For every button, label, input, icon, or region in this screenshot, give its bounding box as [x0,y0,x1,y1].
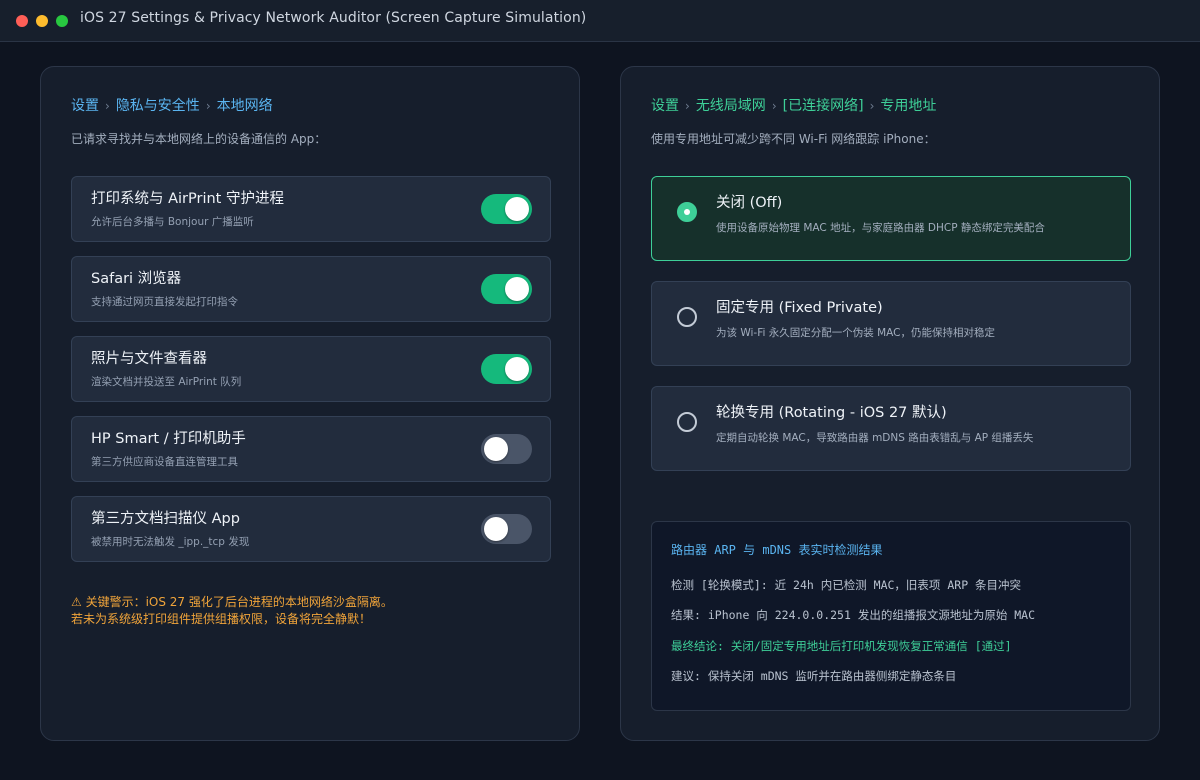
app-name: 照片与文件查看器 [91,351,207,367]
warning-line: 若未为系统级打印组件提供组播权限，设备将完全静默！ [71,612,372,626]
app-name: Safari 浏览器 [91,271,182,287]
app-row-airprint: 打印系统与 AirPrint 守护进程 允许后台多播与 Bonjour 广播监听 [71,176,551,242]
toggle-knob [484,437,508,461]
breadcrumb-item-wlan[interactable]: 无线局域网 [696,98,766,114]
toggle-knob [484,517,508,541]
window-title: iOS 27 Settings & Privacy Network Audito… [80,10,587,26]
breadcrumb-item-network[interactable]: [已连接网络] [783,98,864,114]
app-row-scanner: 第三方文档扫描仪 App 被禁用时无法触发 _ipp._tcp 发现 [71,496,551,562]
breadcrumb: 设置 › 无线局域网 › [已连接网络] › 专用地址 [651,95,936,115]
app-row-photos-files: 照片与文件查看器 渲染文档并投送至 AirPrint 队列 [71,336,551,402]
local-network-toggle[interactable] [481,514,532,544]
option-title: 固定专用 (Fixed Private) [716,300,883,316]
app-name: 打印系统与 AirPrint 守护进程 [91,191,284,207]
app-name: HP Smart / 打印机助手 [91,431,246,447]
radio-unselected-icon [677,307,697,327]
option-fixed-private[interactable]: 固定专用 (Fixed Private) 为该 Wi-Fi 永久固定分配一个伪装… [651,281,1131,366]
close-window-button[interactable] [16,15,28,27]
log-title: 路由器 ARP 与 mDNS 表实时检测结果 [671,543,883,557]
log-line-conclusion: 最终结论: 关闭/固定专用地址后打印机发现恢复正常通信 [通过] [671,639,1012,653]
option-description: 定期自动轮换 MAC，导致路由器 mDNS 路由表错乱与 AP 组播丢失 [716,432,1034,444]
zoom-window-button[interactable] [56,15,68,27]
log-line: 结果: iPhone 向 224.0.0.251 发出的组播报文源地址为原始 M… [671,608,1036,622]
chevron-right-icon: › [771,99,777,113]
option-rotating[interactable]: 轮换专用 (Rotating - iOS 27 默认) 定期自动轮换 MAC，导… [651,386,1131,471]
local-network-toggle[interactable] [481,354,532,384]
local-network-toggle[interactable] [481,274,532,304]
local-network-panel: 设置 › 隐私与安全性 › 本地网络 已请求寻找并与本地网络上的设备通信的 App： 打… [40,66,580,741]
option-title: 轮换专用 (Rotating - iOS 27 默认) [716,405,947,421]
warning-line: ⚠ 关键警示：iOS 27 强化了后台进程的本地网络沙盒隔离。 [71,595,393,609]
app-description: 被禁用时无法触发 _ipp._tcp 发现 [91,536,250,548]
log-line: 检测 [轮换模式]: 近 24h 内已检测 MAC，旧表项 ARP 条目冲突 [671,578,1022,592]
section-subtitle: 已请求寻找并与本地网络上的设备通信的 App： [71,132,327,146]
local-network-toggle[interactable] [481,194,532,224]
app-description: 允许后台多播与 Bonjour 广播监听 [91,216,254,228]
app-description: 渲染文档并投送至 AirPrint 队列 [91,376,242,388]
radio-selected-icon [677,202,697,222]
option-title: 关闭 (Off) [716,195,783,211]
detection-log: 路由器 ARP 与 mDNS 表实时检测结果 检测 [轮换模式]: 近 24h … [651,521,1131,711]
warning-notice: ⚠ 关键警示：iOS 27 强化了后台进程的本地网络沙盒隔离。 若未为系统级打印… [71,594,393,628]
chevron-right-icon: › [869,99,875,113]
chevron-right-icon: › [685,99,690,113]
option-off[interactable]: 关闭 (Off) 使用设备原始物理 MAC 地址，与家庭路由器 DHCP 静态绑… [651,176,1131,261]
minimize-window-button[interactable] [36,15,48,27]
breadcrumb-item-settings[interactable]: 设置 [71,98,99,114]
private-address-panel: 设置 › 无线局域网 › [已连接网络] › 专用地址 使用专用地址可减少跨不同 Wi-Fi… [620,66,1160,741]
app-row-hp-smart: HP Smart / 打印机助手 第三方供应商设备直连管理工具 [71,416,551,482]
toggle-knob [505,197,529,221]
log-line: 建议: 保持关闭 mDNS 监听并在路由器侧绑定静态条目 [671,669,957,683]
app-description: 支持通过网页直接发起打印指令 [91,296,238,308]
breadcrumb-item-local-network: 本地网络 [216,98,273,114]
local-network-toggle[interactable] [481,434,532,464]
chevron-right-icon: › [205,99,211,113]
app-description: 第三方供应商设备直连管理工具 [91,456,238,468]
toggle-knob [505,357,529,381]
title-bar: iOS 27 Settings & Privacy Network Audito… [0,0,1200,42]
app-row-safari: Safari 浏览器 支持通过网页直接发起打印指令 [71,256,551,322]
section-subtitle: 使用专用地址可减少跨不同 Wi-Fi 网络跟踪 iPhone： [651,132,936,146]
radio-unselected-icon [677,412,697,432]
option-description: 使用设备原始物理 MAC 地址，与家庭路由器 DHCP 静态绑定完美配合 [716,222,1045,234]
breadcrumb-item-settings[interactable]: 设置 [651,98,679,114]
chevron-right-icon: › [105,99,110,113]
app-name: 第三方文档扫描仪 App [91,511,240,527]
option-description: 为该 Wi-Fi 永久固定分配一个伪装 MAC，仍能保持相对稳定 [716,327,995,339]
breadcrumb-item-private-address: 专用地址 [880,98,937,114]
breadcrumb-item-privacy[interactable]: 隐私与安全性 [116,98,200,114]
toggle-knob [505,277,529,301]
breadcrumb: 设置 › 隐私与安全性 › 本地网络 [71,95,273,115]
